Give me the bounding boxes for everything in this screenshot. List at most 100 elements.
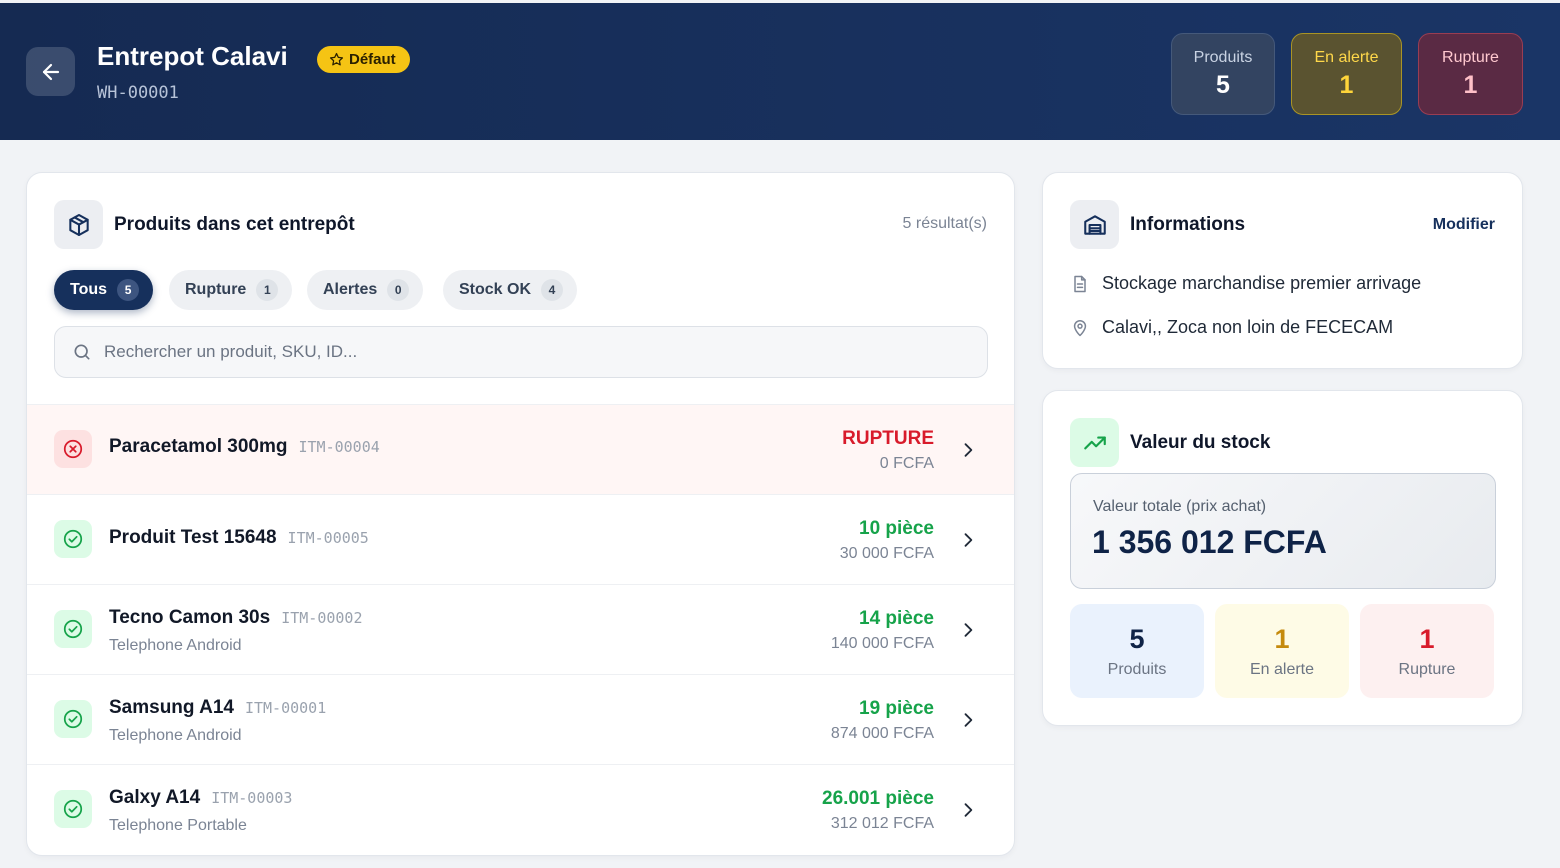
check-circle-icon (63, 619, 83, 639)
header-stat-alert-value: 1 (1339, 70, 1354, 99)
summary-rupture-label: Rupture (1398, 660, 1456, 678)
product-price: 0 FCFA (879, 455, 934, 472)
info-card-title: Informations (1130, 214, 1246, 235)
filter-stock-ok-count: 4 (541, 279, 564, 301)
search-icon (74, 344, 90, 360)
summary-rupture-value: 1 (1419, 623, 1435, 654)
products-card-title: Produits dans cet entrepôt (114, 214, 355, 235)
summary-alert-label: En alerte (1249, 660, 1315, 678)
star-icon (329, 52, 344, 66)
warehouse-code: WH-00001 (97, 83, 179, 103)
search-input[interactable] (104, 342, 964, 362)
header-stat-products-label: Produits (1193, 48, 1253, 66)
product-qty: 26.001 pièce (822, 788, 934, 809)
trending-up-icon (1083, 436, 1106, 449)
summary-rupture: 1 Rupture (1360, 604, 1494, 698)
info-description: Stockage marchandise premier arrivage (1070, 273, 1421, 294)
product-row[interactable]: Galxy A14 ITM-00003 Telephone Portable 2… (27, 765, 1014, 855)
package-icon (68, 213, 89, 236)
status-icon-box (54, 520, 92, 558)
chevron-right-icon (964, 443, 973, 457)
products-card: Produits dans cet entrepôt 5 résultat(s)… (26, 172, 1015, 856)
product-name: Paracetamol 300mg (109, 436, 288, 457)
check-circle-icon (63, 529, 83, 549)
product-price: 140 000 FCFA (830, 635, 934, 652)
filter-stock-ok-label: Stock OK (459, 281, 532, 298)
product-name: Tecno Camon 30s (109, 607, 271, 628)
product-qty: 10 pièce (859, 518, 934, 539)
product-name: Produit Test 15648 (109, 527, 277, 548)
product-name-line: Samsung A14 ITM-00001 (109, 697, 326, 719)
summary-products: 5 Produits (1070, 604, 1204, 698)
header-stat-rupture-label: Rupture (1442, 48, 1499, 66)
filter-rupture-label: Rupture (185, 281, 247, 298)
warehouse-icon (1083, 214, 1106, 235)
edit-button[interactable]: Modifier (1433, 216, 1495, 234)
product-qty: 19 pièce (859, 698, 934, 719)
product-category: Telephone Portable (109, 817, 247, 834)
product-name-line: Galxy A14 ITM-00003 (109, 787, 292, 809)
filter-rupture-count: 1 (256, 279, 279, 301)
stock-value-card: Valeur du stock Valeur totale (prix acha… (1042, 390, 1523, 726)
filter-alertes-count: 0 (387, 279, 410, 301)
product-category: Telephone Android (109, 727, 242, 744)
chevron-right-icon (964, 533, 973, 547)
filter-tous[interactable]: Tous 5 (54, 270, 154, 310)
product-price: 874 000 FCFA (830, 725, 934, 742)
filter-alertes-label: Alertes (323, 281, 378, 298)
total-value-box: Valeur totale (prix achat) 1 356 012 FCF… (1070, 473, 1496, 589)
info-description-text: Stockage marchandise premier arrivage (1102, 273, 1422, 293)
total-value-amount: 1 356 012 FCFA (1092, 524, 1327, 560)
header-stat-alert: En alerte 1 (1291, 33, 1402, 115)
product-row[interactable]: Samsung A14 ITM-00001 Telephone Android … (27, 675, 1014, 765)
product-name: Samsung A14 (109, 697, 234, 718)
product-name-line: Paracetamol 300mg ITM-00004 (109, 436, 380, 458)
filter-rupture[interactable]: Rupture 1 (169, 270, 293, 310)
document-icon (1074, 275, 1086, 292)
summary-alert-value: 1 (1274, 623, 1290, 654)
product-name: Galxy A14 (109, 787, 201, 808)
filter-stock-ok[interactable]: Stock OK 4 (443, 270, 578, 310)
status-icon-box (54, 790, 92, 828)
stock-value-title: Valeur du stock (1130, 432, 1271, 453)
trending-up-icon-box (1070, 418, 1119, 467)
check-circle-icon (63, 799, 83, 819)
filter-tous-count: 5 (117, 279, 140, 301)
product-category: Telephone Android (109, 637, 242, 654)
product-qty: RUPTURE (842, 428, 934, 449)
back-button[interactable] (26, 47, 75, 96)
default-badge-label: Défaut (349, 51, 396, 68)
filter-alertes[interactable]: Alertes 0 (307, 270, 424, 310)
product-sku: ITM-00002 (281, 609, 363, 627)
summary-products-label: Produits (1107, 660, 1167, 678)
header-stat-rupture: Rupture 1 (1418, 33, 1523, 115)
product-sku: ITM-00003 (211, 789, 293, 807)
total-value-label: Valeur totale (prix achat) (1093, 498, 1267, 515)
arrow-left-icon (42, 63, 59, 80)
header-stat-products: Produits 5 (1171, 33, 1275, 115)
product-row[interactable]: Paracetamol 300mg ITM-00004 RUPTURE 0 FC… (27, 405, 1014, 495)
product-qty: 14 pièce (859, 608, 934, 629)
header-stat-alert-label: En alerte (1314, 48, 1379, 66)
product-price: 312 012 FCFA (830, 815, 934, 832)
warehouse-title: Entrepot Calavi (97, 41, 288, 71)
product-row[interactable]: Produit Test 15648 ITM-00005 10 pièce 30… (27, 495, 1014, 585)
chevron-right-icon (964, 623, 973, 637)
warehouse-header: Entrepot Calavi Défaut WH-00001 Produits… (0, 3, 1560, 140)
map-pin-icon (1073, 319, 1087, 336)
info-address-text: Calavi,, Zoca non loin de FECECAM (1102, 317, 1394, 337)
status-icon-box (54, 700, 92, 738)
header-stat-products-value: 5 (1216, 70, 1230, 99)
summary-alert: 1 En alerte (1215, 604, 1349, 698)
product-sku: ITM-00004 (298, 438, 380, 456)
package-icon-box (54, 200, 103, 249)
info-card: Informations Modifier Stockage marchandi… (1042, 172, 1523, 369)
chevron-right-icon (964, 713, 973, 727)
product-sku: ITM-00005 (287, 529, 369, 547)
search-box (54, 326, 988, 378)
filter-tous-label: Tous (70, 281, 108, 298)
product-sku: ITM-00001 (244, 699, 327, 717)
default-badge: Défaut (317, 46, 410, 73)
status-icon-box (54, 430, 92, 468)
product-row[interactable]: Tecno Camon 30s ITM-00002 Telephone Andr… (27, 585, 1014, 675)
